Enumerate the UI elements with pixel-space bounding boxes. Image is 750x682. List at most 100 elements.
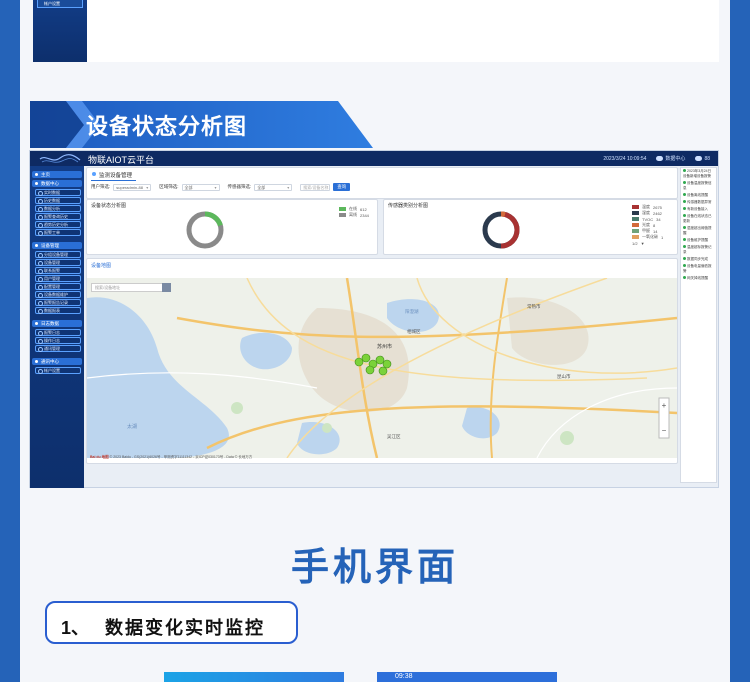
device-marker[interactable] bbox=[361, 353, 371, 363]
legend-label: TVOC bbox=[642, 216, 654, 222]
park bbox=[560, 431, 574, 445]
feature-number: 1、 bbox=[61, 618, 90, 638]
sidebar-group-device[interactable]: 设备管理 bbox=[32, 242, 82, 249]
sidebar-item[interactable]: 配置管理 bbox=[35, 283, 81, 290]
status-dot-icon bbox=[683, 207, 686, 210]
swatch-offline bbox=[339, 213, 346, 217]
sidebar-item[interactable]: 操作日志 bbox=[35, 337, 81, 344]
sensor-type-donut bbox=[482, 211, 520, 249]
sidebar-item[interactable]: 帐户设置 bbox=[35, 367, 81, 374]
sidebar-item[interactable]: 设备数据维护 bbox=[35, 291, 81, 298]
filter-row: 用户筛选: superadmin-88 区域筛选: 全部 传感器筛选: 全部 搜… bbox=[91, 183, 351, 191]
sidebar-item[interactable]: 用户管理 bbox=[35, 275, 81, 282]
notice-text: 数据同步完成 bbox=[687, 257, 708, 261]
sidebar-item[interactable]: 分组设备管理 bbox=[35, 251, 81, 258]
map-search-input[interactable]: 搜索/设备地址 bbox=[91, 283, 171, 292]
device-marker[interactable] bbox=[375, 355, 385, 365]
query-button[interactable]: 查询 bbox=[333, 183, 351, 191]
zoom-in-icon[interactable]: + bbox=[662, 401, 667, 410]
device-marker[interactable] bbox=[378, 366, 388, 376]
tab-device-monitor[interactable]: 监测设备管理 bbox=[91, 170, 137, 181]
sidebar-item[interactable]: 通讯管理 bbox=[35, 345, 81, 352]
status-dot-icon bbox=[683, 226, 686, 229]
device-marker[interactable] bbox=[365, 365, 375, 375]
map-place: 太湖 bbox=[127, 423, 137, 430]
device-search-input[interactable]: 搜索/设备名称 bbox=[300, 183, 331, 191]
notice-item[interactable]: 数据同步完成 bbox=[681, 256, 716, 263]
notice-item[interactable]: 设备在线状态已更新 bbox=[681, 213, 716, 225]
pager-next-icon[interactable]: ▼ bbox=[641, 241, 645, 246]
status-dot-icon bbox=[683, 238, 686, 241]
notice-item[interactable]: 湿度超出阈值提醒 bbox=[681, 225, 716, 237]
status-dot-icon bbox=[683, 169, 686, 172]
sidebar-item[interactable]: 报警工单 bbox=[35, 229, 81, 236]
map-place: 常熟市 bbox=[527, 303, 541, 310]
swatch-online bbox=[339, 207, 346, 211]
sidebar-item[interactable]: 历史数据 bbox=[35, 197, 81, 204]
map-place: 阳澄湖 bbox=[405, 308, 419, 315]
legend-value: 2462 bbox=[653, 210, 662, 216]
sidebar-item-account[interactable]: 帐户设置 bbox=[37, 0, 83, 8]
legend-value: 1 bbox=[661, 234, 664, 240]
status-dot-icon bbox=[683, 264, 686, 267]
sidebar-item[interactable]: 数据分析 bbox=[35, 205, 81, 212]
header-data-center-link[interactable]: 数据中心 bbox=[656, 155, 685, 162]
legend-value: 612 bbox=[360, 206, 367, 212]
device-marker[interactable] bbox=[354, 357, 364, 367]
map-place: 吴江区 bbox=[387, 433, 401, 440]
legend-label: 离线 bbox=[349, 212, 357, 217]
swatch bbox=[632, 229, 639, 233]
notice-item[interactable]: 传感器数据异常 bbox=[681, 199, 716, 206]
sidebar-item[interactable]: 报警报告记录 bbox=[35, 299, 81, 306]
phone-status-time: 09:38 bbox=[395, 673, 413, 680]
area-filter-select[interactable]: 全部 bbox=[181, 183, 220, 191]
sensor-filter-label: 传感器筛选: bbox=[227, 184, 252, 189]
map-attribution: © 2023 Baidu - GS(2021)6026号 - 甲测资字11111… bbox=[109, 455, 253, 459]
status-chart-title: 设备状态分析图 bbox=[91, 203, 127, 209]
sidebar-item[interactable]: 数据报表 bbox=[35, 307, 81, 314]
map-search-button[interactable] bbox=[162, 283, 171, 292]
notice-item[interactable]: 设备维护提醒 bbox=[681, 237, 716, 244]
notice-item[interactable]: 设备离线提醒 bbox=[681, 192, 716, 199]
sidebar-item[interactable]: 联系报警 bbox=[35, 267, 81, 274]
header-user[interactable]: 88 bbox=[695, 156, 710, 162]
swatch bbox=[632, 217, 639, 221]
sidebar-group-logs[interactable]: 日志数据 bbox=[32, 320, 82, 327]
sidebar-item[interactable]: 报警日志 bbox=[35, 329, 81, 336]
legend-pager[interactable]: 1/2 ▼ bbox=[632, 240, 663, 246]
header-user-label: 88 bbox=[704, 155, 710, 162]
sidebar-group-comm[interactable]: 通讯中心 bbox=[32, 358, 82, 365]
status-donut bbox=[186, 211, 224, 249]
sidebar-item[interactable]: 设备管理 bbox=[35, 259, 81, 266]
cloud-icon bbox=[656, 156, 664, 162]
user-filter-select[interactable]: superadmin-88 bbox=[113, 183, 152, 191]
type-slice-temp bbox=[500, 211, 520, 249]
sidebar-group-home[interactable]: 主页 bbox=[32, 171, 82, 178]
status-legend: 在线 612 离线 2344 bbox=[339, 206, 369, 218]
legend-offline: 离线 2344 bbox=[339, 212, 369, 218]
notice-item[interactable]: 温度超标报警记录 bbox=[681, 244, 716, 256]
sidebar-group-data-center[interactable]: 数据中心 bbox=[32, 180, 82, 187]
notice-text: 设备维护提醒 bbox=[687, 238, 708, 242]
map-place: 昆山市 bbox=[557, 373, 571, 380]
notice-item[interactable]: 有新设备接入 bbox=[681, 206, 716, 213]
sidebar-item[interactable]: 趋势历史分析 bbox=[35, 221, 81, 228]
sensor-type-legend: 温度 2675 湿度 2462 TVOC 34 光度 8 甲醛 14 一氧化碳 1 1/2 ▼ bbox=[632, 204, 663, 246]
notice-item[interactable]: 2023年3月24日设备新增设备报警 bbox=[681, 168, 716, 180]
area-filter-label: 区域筛选: bbox=[159, 184, 179, 189]
sensor-filter-select[interactable]: 全部 bbox=[254, 183, 293, 191]
notice-item[interactable]: 设备温度报警信息 bbox=[681, 180, 716, 192]
legend-label: 一氧化碳 bbox=[642, 234, 658, 239]
phone-screenshot-left bbox=[164, 672, 344, 682]
feature-title: 数据变化实时监控 bbox=[105, 618, 265, 638]
zoom-out-icon[interactable]: − bbox=[662, 426, 667, 435]
map-canvas[interactable]: + − 苏州市 常熟市 昆山市 吴江区 太湖 阳澄湖 相城区 bbox=[87, 278, 677, 458]
notice-item[interactable]: 设备电量偏低报警 bbox=[681, 263, 716, 275]
notice-text: 设备离线提醒 bbox=[687, 193, 708, 197]
map-footer: Bai du 地图 © 2023 Baidu - GS(2021)6026号 -… bbox=[90, 455, 252, 460]
sidebar-item[interactable]: 报警查询历史 bbox=[35, 213, 81, 220]
notice-item[interactable]: 网关掉线提醒 bbox=[681, 275, 716, 282]
sidebar-item[interactable]: 实时数据 bbox=[35, 189, 81, 196]
device-marker[interactable] bbox=[382, 359, 392, 369]
user-filter-label: 用户筛选: bbox=[91, 184, 111, 189]
